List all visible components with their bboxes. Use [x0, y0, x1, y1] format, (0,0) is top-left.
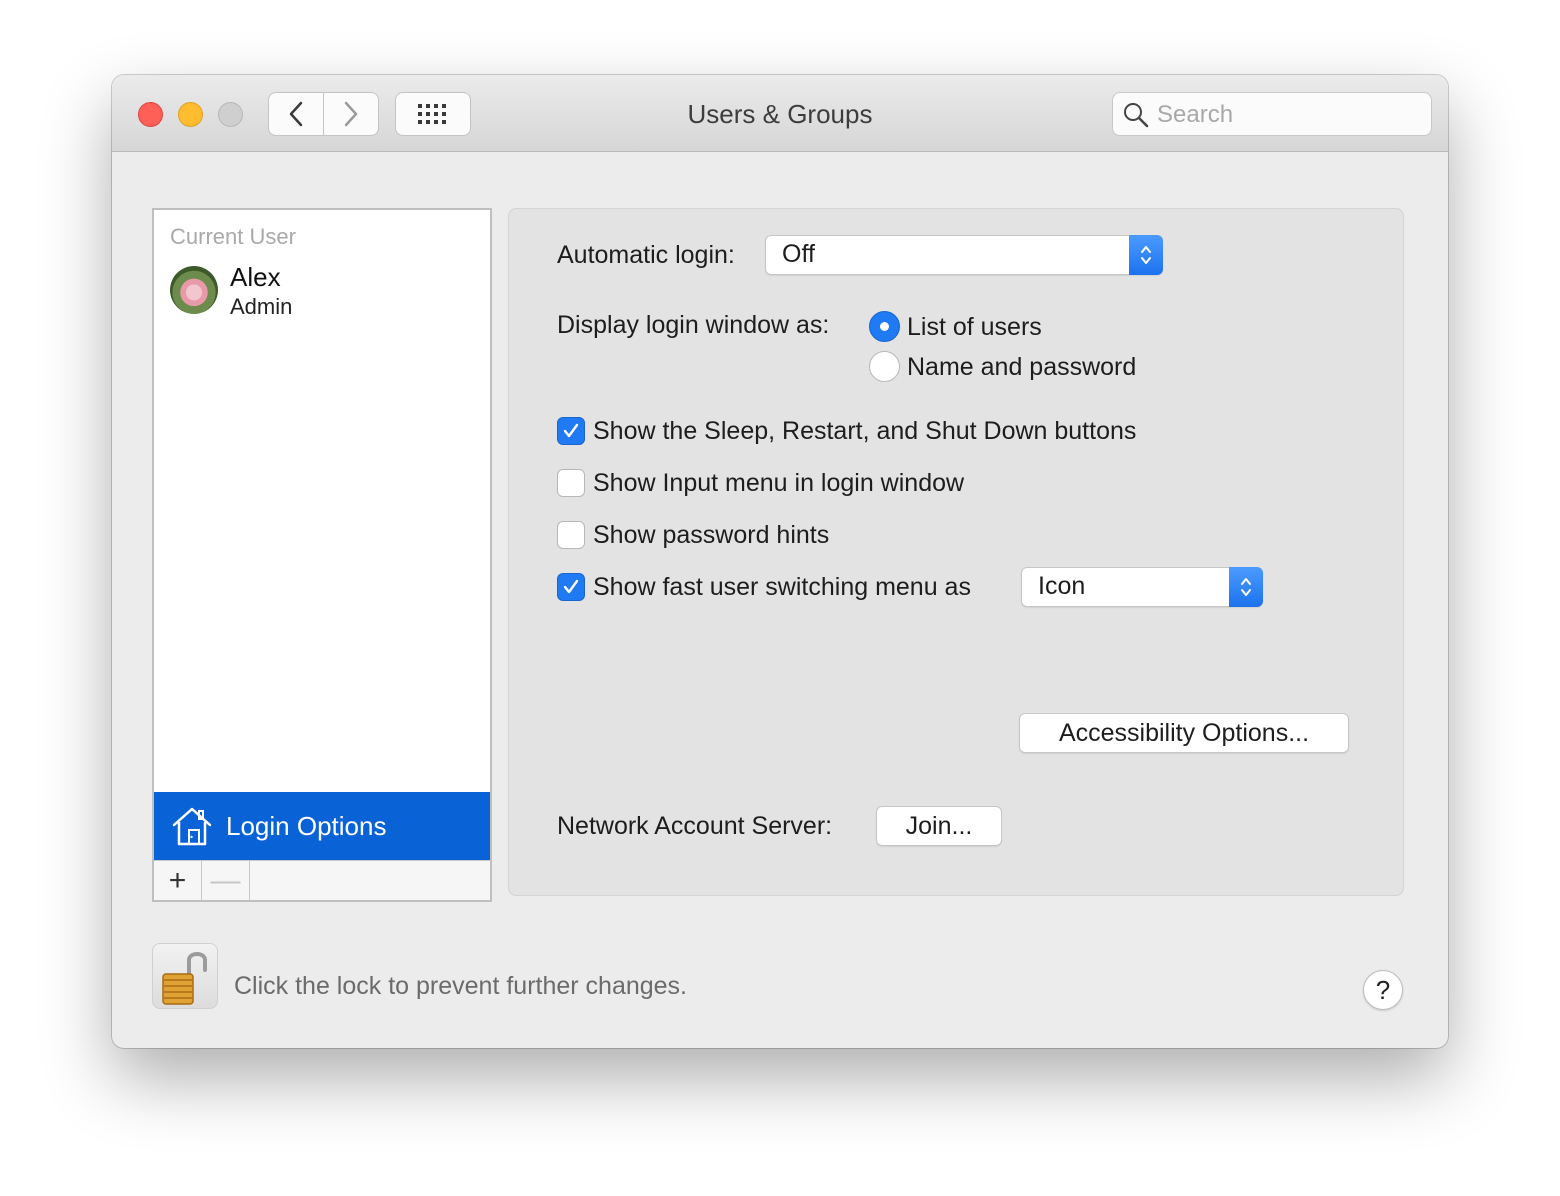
avatar [170, 266, 218, 314]
search-field[interactable] [1112, 92, 1432, 136]
checkmark-icon [563, 579, 579, 594]
checkbox-sleep-restart-shutdown-label: Show the Sleep, Restart, and Shut Down b… [593, 417, 1137, 445]
checkbox-password-hints[interactable] [557, 521, 585, 549]
login-options-panel: Automatic login: Off Display login windo… [508, 208, 1404, 896]
users-groups-window: Users & Groups Current User Alex Admin [112, 75, 1448, 1048]
automatic-login-popup[interactable]: Off [765, 235, 1163, 275]
network-account-server-label: Network Account Server: [557, 812, 833, 840]
lock-status-text: Click the lock to prevent further change… [234, 972, 688, 1000]
sidebar-footer: + — [154, 860, 490, 900]
fast-user-switching-value: Icon [1038, 572, 1086, 600]
display-login-label: Display login window as: [557, 311, 830, 339]
user-name: Alex [230, 262, 281, 292]
checkmark-icon [563, 423, 579, 438]
user-role: Admin [230, 294, 293, 319]
checkbox-fast-user-switching[interactable] [557, 573, 585, 601]
popup-stepper-icon [1129, 235, 1163, 275]
checkbox-sleep-restart-shutdown[interactable] [557, 417, 585, 445]
remove-user-button: — [202, 861, 250, 900]
house-icon [172, 807, 212, 846]
user-list-item[interactable]: Alex Admin [170, 262, 470, 322]
automatic-login-label: Automatic login: [557, 241, 735, 269]
title-bar: Users & Groups [112, 75, 1448, 152]
radio-list-of-users-label: List of users [907, 313, 1042, 341]
search-input[interactable] [1157, 100, 1417, 130]
accessibility-options-button[interactable]: Accessibility Options... [1019, 713, 1349, 753]
radio-name-and-password[interactable] [869, 351, 900, 382]
automatic-login-value: Off [782, 240, 815, 268]
unlocked-padlock-icon [162, 952, 207, 1005]
radio-name-and-password-label: Name and password [907, 353, 1137, 381]
checkbox-input-menu[interactable] [557, 469, 585, 497]
user-list-sidebar: Current User Alex Admin Login Options + … [152, 208, 492, 902]
help-button[interactable]: ? [1363, 970, 1403, 1010]
login-options-label: Login Options [226, 810, 387, 841]
add-user-button[interactable]: + [154, 861, 202, 900]
current-user-section-label: Current User [170, 224, 296, 249]
join-button[interactable]: Join... [876, 806, 1002, 846]
radio-list-of-users[interactable] [869, 311, 900, 342]
checkbox-input-menu-label: Show Input menu in login window [593, 469, 965, 497]
checkbox-password-hints-label: Show password hints [593, 521, 830, 549]
fast-user-switching-popup[interactable]: Icon [1021, 567, 1263, 607]
lock-button[interactable] [152, 943, 218, 1009]
popup-stepper-icon [1229, 567, 1263, 607]
search-icon [1124, 103, 1149, 128]
checkbox-fast-user-switching-label: Show fast user switching menu as [593, 573, 971, 601]
login-options-item[interactable]: Login Options [154, 792, 490, 860]
